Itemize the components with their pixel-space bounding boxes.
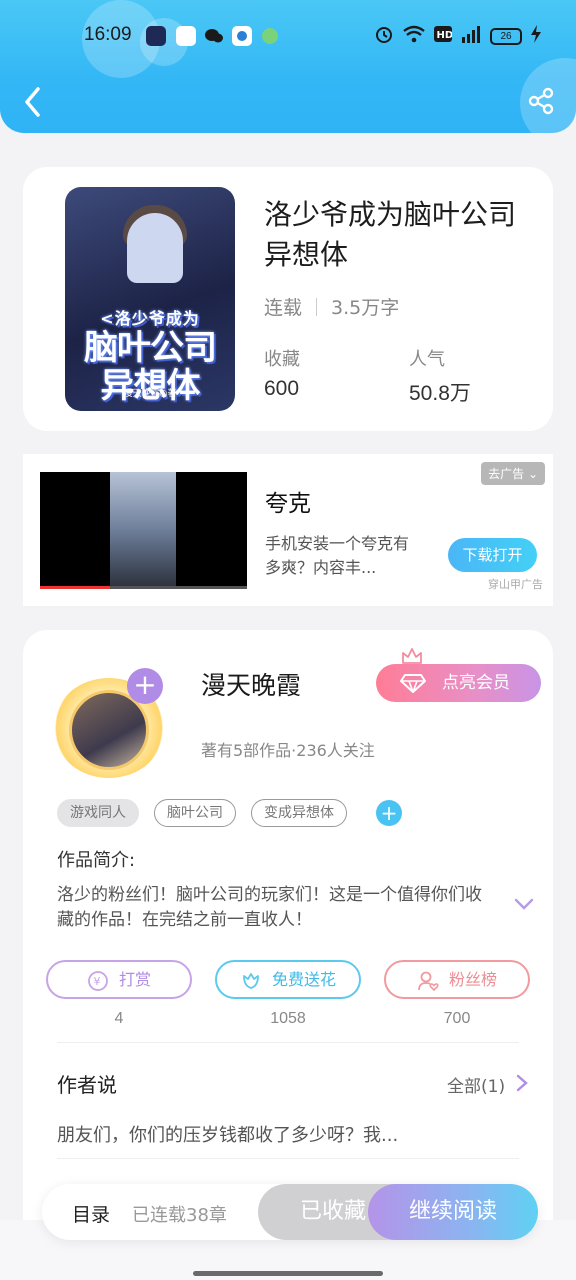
popularity-value: 50.8万 — [409, 382, 471, 405]
status-time: 16:09 — [84, 24, 132, 45]
send-flower-button[interactable]: 免费送花 — [215, 960, 361, 999]
ad-download-button[interactable]: 下载打开 — [448, 538, 537, 572]
ad-title: 夸克 — [265, 491, 311, 517]
fans-icon — [418, 971, 439, 991]
author-avatar-wrap[interactable]: + — [45, 668, 185, 782]
flower-count: 1058 — [270, 1010, 306, 1027]
book-word-count: 3.5万字 — [331, 297, 400, 319]
tag-item[interactable]: 变成异想体 — [251, 799, 347, 827]
popularity-label: 人气 — [409, 349, 445, 370]
vip-label: 点亮会员 — [442, 673, 510, 693]
vip-button[interactable]: 点亮会员 — [376, 664, 541, 702]
status-right-icons: HD 26 — [374, 24, 542, 48]
chevron-down-icon[interactable] — [513, 896, 535, 912]
hd-icon: HD — [434, 26, 453, 46]
cover-art-figure — [127, 213, 183, 283]
intro-label: 作品简介: — [57, 850, 136, 871]
baidu-notification-icon — [176, 26, 196, 46]
battery-indicator: 26 — [490, 27, 522, 45]
svg-text:¥: ¥ — [93, 975, 100, 988]
author-name[interactable]: 漫天晚霞 — [201, 666, 301, 702]
flower-icon — [243, 972, 259, 989]
cover-big-title-line1: 脑叶公司 — [84, 328, 217, 368]
catalog-button[interactable]: 目录 — [72, 1200, 110, 1227]
tip-count: 4 — [114, 1010, 124, 1027]
fan-rank-count: 700 — [443, 1010, 471, 1027]
ad-card[interactable]: 去广告 ⌄ 夸克 手机安装一个夸克有多爽？内容丰... 下载打开 穿山甲广告 — [23, 454, 553, 606]
intro-text: 洛少的粉丝们！脑叶公司的玩家们！这是一个值得你们收藏的作品！在完结之前一直收人！ — [57, 885, 482, 930]
home-indicator[interactable] — [193, 1271, 383, 1276]
author-says-all-link[interactable]: 全部(1) — [447, 1072, 505, 1097]
author-stats: 著有5部作品·236人关注 — [201, 741, 375, 760]
follow-plus-button[interactable]: + — [127, 668, 163, 704]
share-button[interactable] — [526, 86, 556, 116]
alarm-icon — [374, 24, 394, 48]
book-info-card: <洛少爷成为 脑叶公司 异想体 漫天晚霞◎著 洛少爷成为脑叶公司异想体 连载 3… — [23, 167, 553, 431]
ad-video[interactable] — [40, 472, 247, 589]
fan-rank-button[interactable]: 粉丝榜 — [384, 960, 530, 999]
favorites-value: 600 — [264, 377, 300, 400]
book-title: 洛少爷成为脑叶公司异想体 — [264, 198, 517, 271]
send-flower-label: 免费送花 — [271, 970, 336, 989]
divider — [57, 1042, 519, 1043]
remove-ad-button[interactable]: 去广告 ⌄ — [481, 462, 545, 485]
share-icon — [528, 87, 554, 115]
status-bar: 16:09 HD 26 — [0, 18, 576, 54]
tag-item[interactable]: 脑叶公司 — [154, 799, 236, 827]
svg-text:HD: HD — [437, 30, 453, 41]
coin-icon: ¥ — [88, 970, 108, 991]
bottom-action-bar: 目录 已连载38章 已收藏 继续阅读 — [42, 1184, 538, 1240]
crown-icon — [402, 648, 422, 664]
wifi-icon — [402, 25, 426, 47]
ad-video-frame — [110, 472, 176, 589]
fan-rank-label: 粉丝榜 — [448, 970, 497, 989]
diamond-icon — [400, 674, 426, 693]
book-meta: 连载 3.5万字 — [264, 293, 399, 320]
author-card: + 漫天晚霞 著有5部作品·236人关注 点亮会员 游戏同人 脑叶公司 变成异想… — [23, 630, 553, 1270]
wechat-notification-icon — [204, 26, 224, 46]
tag-item[interactable]: 游戏同人 — [57, 799, 139, 827]
add-tag-button[interactable]: + — [376, 800, 402, 826]
app2-notification-icon — [232, 26, 252, 46]
author-says-text[interactable]: 朋友们，你们的压岁钱都收了多少呀？我... — [57, 1121, 398, 1147]
ad-description: 手机安装一个夸克有多爽？内容丰... — [265, 534, 410, 577]
chevron-left-icon — [25, 87, 40, 117]
author-says-title: 作者说 — [57, 1073, 117, 1097]
tag-list: 游戏同人 脑叶公司 变成异想体 + — [57, 799, 402, 827]
signal-icon — [460, 25, 482, 47]
meta-separator — [316, 297, 318, 316]
tip-button[interactable]: ¥ 打赏 — [46, 960, 192, 999]
book-cover[interactable]: <洛少爷成为 脑叶公司 异想体 漫天晚霞◎著 — [65, 187, 235, 411]
cover-author: 漫天晚霞◎著 — [123, 389, 177, 399]
continue-reading-button[interactable]: 继续阅读 — [368, 1184, 538, 1240]
tip-label: 打赏 — [118, 970, 151, 989]
top-header: 16:09 HD 26 — [0, 0, 576, 133]
ad-source-label: 穿山甲广告 — [488, 578, 543, 591]
cover-small-title: <洛少爷成为 — [100, 309, 200, 328]
app-notification-icon — [146, 26, 166, 46]
ad-video-progress — [40, 586, 110, 589]
book-status: 连载 — [264, 297, 303, 319]
divider — [57, 1158, 519, 1159]
favorites-label: 收藏 — [264, 349, 300, 370]
app3-notification-icon — [260, 26, 280, 46]
back-button[interactable] — [18, 84, 48, 120]
chapter-count: 已连载38章 — [132, 1205, 227, 1226]
charging-icon — [530, 25, 542, 47]
chevron-right-icon[interactable] — [515, 1073, 529, 1093]
